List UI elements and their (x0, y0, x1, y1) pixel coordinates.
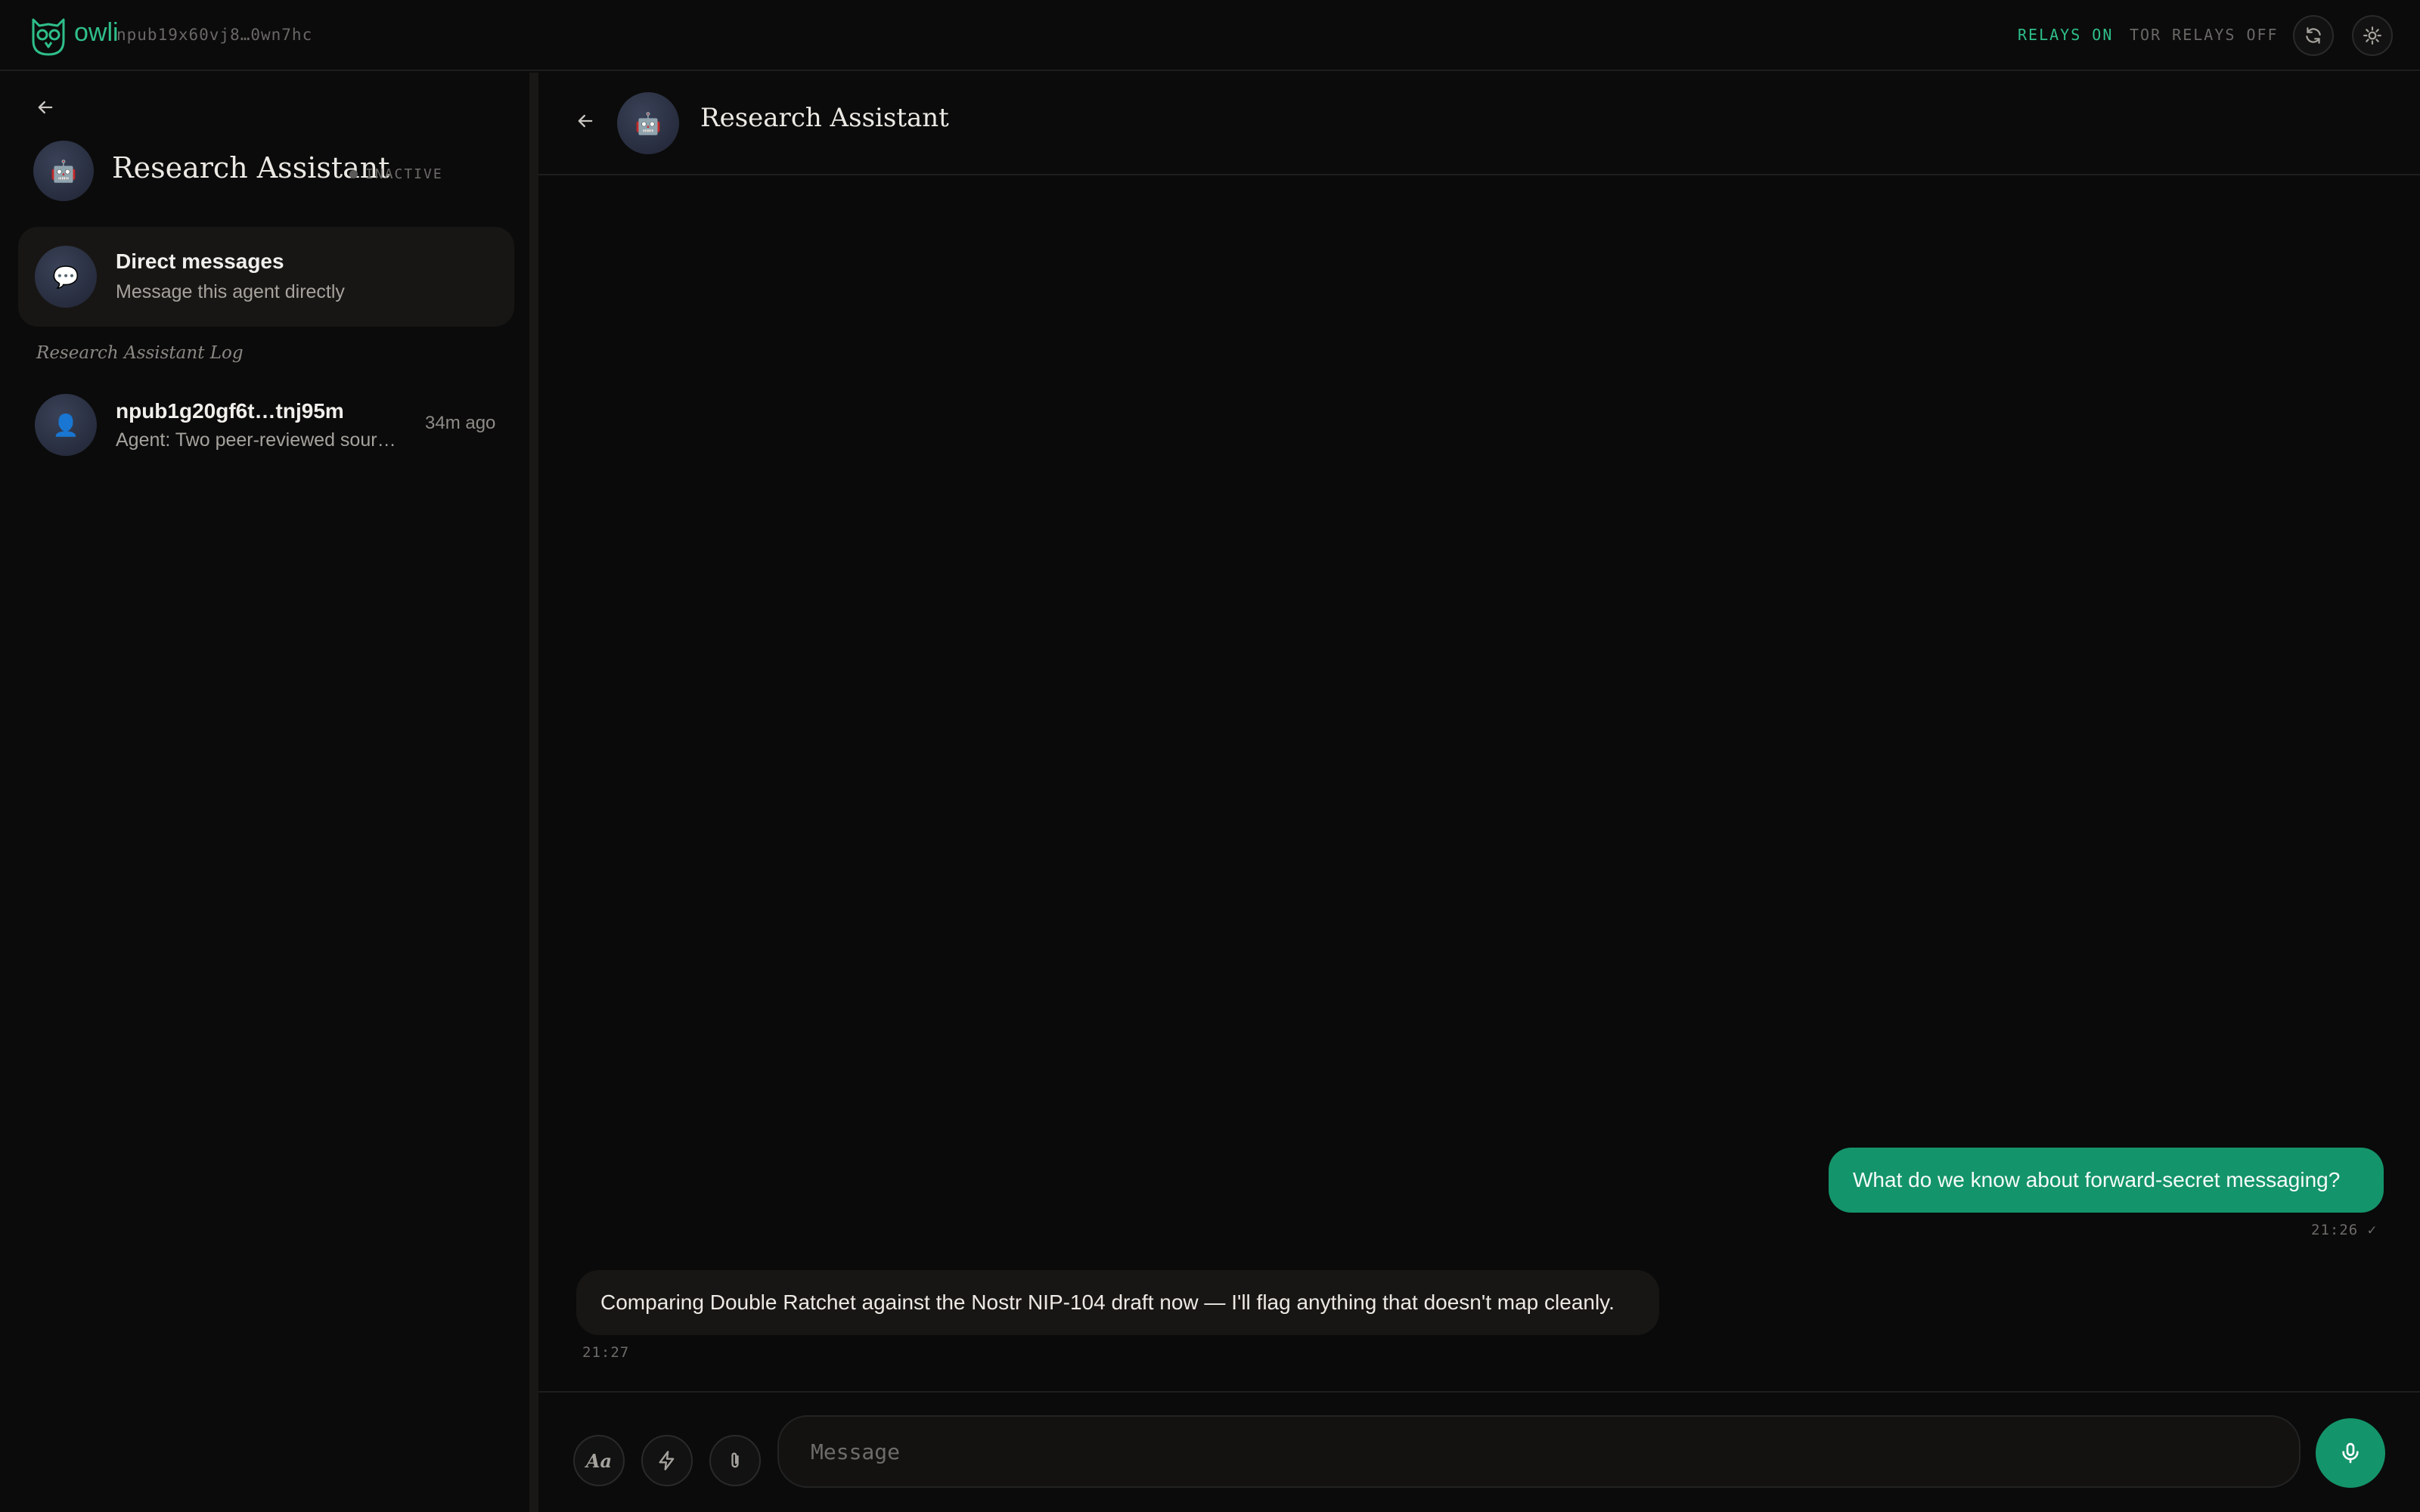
robot-icon: 🤖 (50, 159, 77, 183)
chat-title: Research Assistant (700, 103, 949, 133)
refresh-icon (2306, 27, 2321, 44)
conversation-time: 34m ago (425, 413, 496, 433)
incoming-message-time: 21:27 (582, 1344, 630, 1361)
logo-text: owli (74, 18, 119, 47)
user-npub[interactable]: npub19x60vj8…0wn7hc (116, 26, 312, 44)
chat-back-button[interactable] (570, 106, 600, 136)
voice-record-button[interactable] (2316, 1418, 2385, 1488)
lightning-icon (659, 1451, 675, 1470)
sidebar-divider[interactable] (529, 73, 538, 1512)
user-icon: 👤 (52, 413, 79, 437)
message-input[interactable] (777, 1415, 2301, 1488)
owl-logo-icon (32, 18, 65, 56)
speech-bubble-icon: 💬 (52, 265, 79, 289)
sun-icon (2363, 26, 2381, 45)
attach-button[interactable] (709, 1435, 761, 1486)
incoming-message[interactable]: Comparing Double Ratchet against the Nos… (576, 1270, 1659, 1335)
sidebar-back-button[interactable] (30, 92, 60, 122)
top-bar: owli npub19x60vj8…0wn7hc RELAYS ON TOR R… (0, 0, 2420, 71)
theme-toggle-button[interactable] (2352, 15, 2393, 56)
conversation-title[interactable]: npub1g20gf6t…tnj95m (116, 399, 344, 423)
refresh-button[interactable] (2293, 15, 2334, 56)
arrow-left-icon (38, 101, 53, 114)
arrow-left-icon (578, 114, 593, 128)
log-heading: Research Assistant Log (36, 343, 244, 363)
format-text-button[interactable]: Aa (573, 1435, 625, 1486)
status-text: INACTIVE (365, 166, 443, 182)
direct-messages-avatar: 💬 (35, 246, 97, 308)
microphone-icon (2342, 1442, 2359, 1464)
direct-messages-subtitle: Message this agent directly (116, 281, 345, 302)
direct-messages-title: Direct messages (116, 249, 284, 273)
agent-name: Research Assistant (112, 151, 390, 184)
paperclip-icon (731, 1452, 739, 1468)
outgoing-message[interactable]: What do we know about forward-secret mes… (1829, 1148, 2384, 1213)
robot-icon: 🤖 (634, 111, 662, 135)
outgoing-message-time: 21:26 ✓ (2311, 1222, 2378, 1238)
agent-status: INACTIVE (349, 166, 443, 182)
agent-avatar: 🤖 (33, 141, 94, 201)
chat-agent-avatar: 🤖 (617, 92, 679, 154)
tor-relays-status[interactable]: TOR RELAYS OFF (2130, 26, 2279, 44)
conversation-preview[interactable]: Agent: Two peer-reviewed sources (116, 429, 403, 451)
quick-actions-button[interactable] (641, 1435, 693, 1486)
relays-status[interactable]: RELAYS ON (2018, 26, 2113, 44)
status-dot-icon (349, 170, 358, 178)
conversation-avatar[interactable]: 👤 (35, 394, 97, 456)
